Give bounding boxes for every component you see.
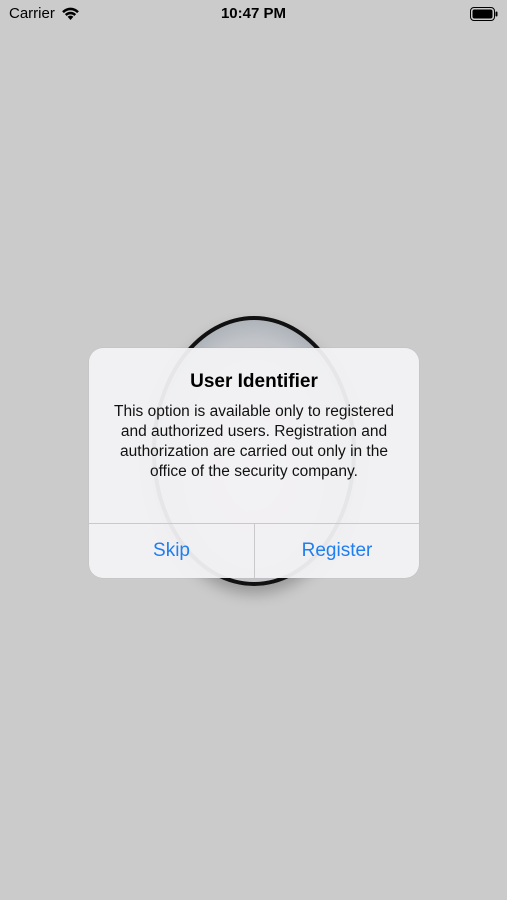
alert-title: User Identifier <box>190 371 318 392</box>
skip-button[interactable]: Skip <box>89 524 254 578</box>
alert-dialog: User Identifier This option is available… <box>89 348 419 578</box>
clock: 10:47 PM <box>220 5 287 22</box>
battery-icon <box>470 7 498 21</box>
alert-body: User Identifier This option is available… <box>89 348 419 523</box>
alert-message: This option is available only to registe… <box>113 403 394 480</box>
register-button[interactable]: Register <box>255 524 419 578</box>
status-bar: Carrier 10:47 PM <box>0 0 507 30</box>
